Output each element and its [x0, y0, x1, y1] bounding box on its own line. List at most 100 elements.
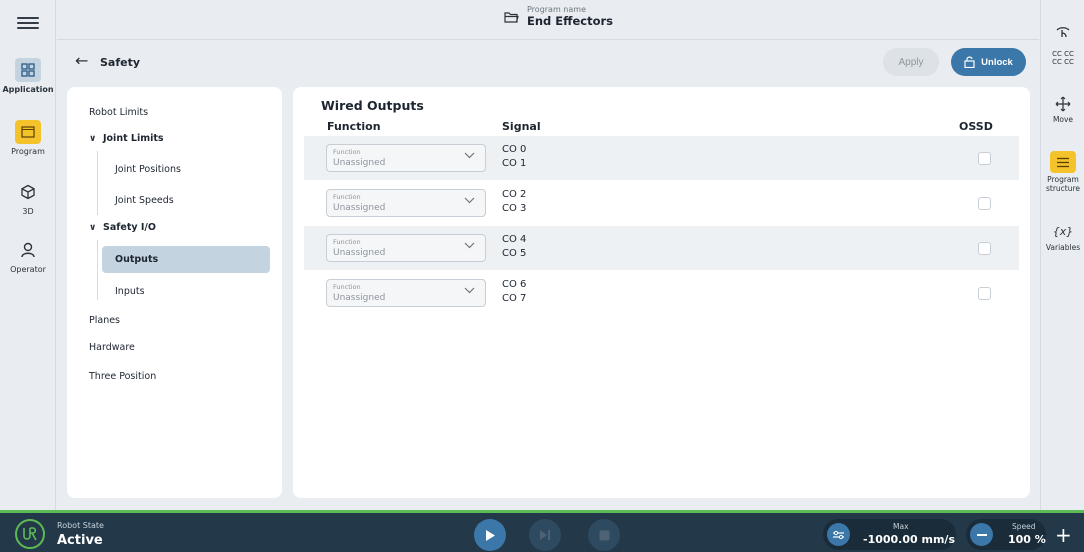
robot-state-value: Active [57, 533, 103, 548]
rail-label-3d: 3D [22, 207, 34, 216]
signal-a: CO 2 [502, 189, 527, 200]
function-select-value: Unassigned [333, 293, 386, 303]
play-button[interactable] [474, 519, 506, 551]
nav-label-joint-limits: Joint Limits [103, 133, 164, 144]
signal-b: CO 1 [502, 158, 527, 169]
left-rail: Application Program 3D Operator [0, 0, 56, 510]
signal-b: CO 3 [502, 203, 527, 214]
cc-line-1: CC CC [1052, 50, 1074, 58]
apply-button[interactable]: Apply [883, 48, 939, 76]
sliders-icon [827, 523, 850, 546]
rail-item-application[interactable]: Application [0, 58, 56, 94]
max-label: Max [893, 522, 909, 531]
ossd-checkbox[interactable] [978, 287, 991, 300]
column-header-function: Function [327, 120, 381, 133]
speed-value: 100 % [1008, 533, 1046, 546]
rail-label-program-structure: Program structure [1045, 175, 1081, 193]
rail-label-application: Application [2, 85, 54, 94]
table-row: Function Unassigned CO 0 CO 1 [304, 136, 1019, 180]
folder-icon [504, 11, 519, 23]
chevron-down-icon [464, 197, 475, 204]
program-name: End Effectors [527, 14, 613, 28]
right-rail: CC CC CC CC Move Program structure {x} V… [1040, 0, 1084, 510]
program-name-block[interactable]: Program name End Effectors [504, 5, 613, 28]
rail-item-program[interactable]: Program [0, 120, 56, 156]
lock-icon [964, 56, 975, 68]
table-row: Function Unassigned CO 6 CO 7 [304, 271, 1019, 315]
minus-icon[interactable] [970, 523, 993, 546]
chevron-down-icon: ∨ [89, 223, 97, 233]
function-select[interactable]: Function Unassigned [326, 189, 486, 217]
step-button[interactable] [529, 519, 561, 551]
function-select-caption: Function [333, 283, 361, 291]
rail-item-freedrive[interactable] [1041, 22, 1084, 44]
ossd-checkbox[interactable] [978, 197, 991, 210]
signal-b: CO 5 [502, 248, 527, 259]
max-speed-pill[interactable]: Max -1000.00 mm/s [823, 519, 956, 550]
stop-button[interactable] [588, 519, 620, 551]
ur-logo-icon[interactable] [15, 519, 45, 549]
nav-item-safety-io[interactable]: ∨ Safety I/O [89, 222, 156, 233]
tree-line [97, 151, 98, 215]
plus-icon[interactable]: + [1055, 525, 1072, 545]
top-header: Program name End Effectors [57, 0, 1039, 40]
function-select[interactable]: Function Unassigned [326, 234, 486, 262]
function-select[interactable]: Function Unassigned [326, 144, 486, 172]
variables-icon: {x} [1052, 224, 1074, 238]
unlock-label: Unlock [981, 56, 1013, 68]
column-header-ossd: OSSD [959, 120, 993, 133]
rail-item-cc[interactable]: CC CC CC CC [1041, 50, 1084, 66]
rail-item-3d[interactable]: 3D [0, 180, 56, 216]
title-row: ← Safety Apply Unlock [57, 42, 1039, 82]
table-row: Function Unassigned CO 4 CO 5 [304, 226, 1019, 270]
rail-item-program-structure[interactable]: Program structure [1041, 150, 1084, 193]
safety-nav-panel: Robot Limits ∨ Joint Limits Joint Positio… [67, 87, 282, 498]
rail-item-variables[interactable]: {x} Variables [1041, 222, 1084, 253]
rail-label-operator: Operator [10, 265, 46, 274]
function-select-value: Unassigned [333, 248, 386, 258]
column-header-signal: Signal [502, 120, 541, 133]
hamburger-menu-icon[interactable] [17, 14, 39, 32]
move-arrows-icon [1041, 94, 1084, 114]
grid-icon [15, 58, 41, 82]
nav-item-joint-limits[interactable]: ∨ Joint Limits [89, 133, 164, 144]
nav-item-outputs[interactable]: Outputs [115, 254, 158, 265]
ossd-checkbox[interactable] [978, 152, 991, 165]
speed-label: Speed [1012, 522, 1036, 531]
robot-state-label: Robot State [57, 521, 104, 530]
play-icon [486, 529, 495, 541]
speed-pill[interactable]: Speed 100 % [966, 519, 1046, 550]
nav-item-inputs[interactable]: Inputs [115, 286, 145, 297]
signal-a: CO 6 [502, 279, 527, 290]
tree-line [97, 240, 98, 300]
section-title: Wired Outputs [321, 98, 424, 113]
nav-item-planes[interactable]: Planes [89, 315, 120, 326]
max-value: -1000.00 mm/s [863, 533, 955, 546]
wired-outputs-panel: Wired Outputs Function Signal OSSD Funct… [293, 87, 1030, 498]
chevron-down-icon [464, 242, 475, 249]
back-arrow-icon[interactable]: ← [75, 53, 88, 69]
rail-item-operator[interactable]: Operator [0, 238, 56, 274]
nav-item-robot-limits[interactable]: Robot Limits [89, 107, 148, 118]
rail-item-move[interactable]: Move [1041, 94, 1084, 125]
page-title: Safety [100, 56, 141, 69]
chevron-down-icon: ∨ [89, 134, 97, 144]
rail-label-variables: Variables [1045, 243, 1081, 252]
function-select-caption: Function [333, 193, 361, 201]
chevron-down-icon [464, 152, 475, 159]
unlock-button[interactable]: Unlock [951, 48, 1026, 76]
function-select-value: Unassigned [333, 158, 386, 168]
nav-item-joint-positions[interactable]: Joint Positions [115, 164, 181, 175]
rail-label-move: Move [1052, 115, 1074, 124]
program-name-label: Program name [527, 5, 586, 14]
step-icon [540, 530, 550, 540]
signal-a: CO 4 [502, 234, 527, 245]
ossd-checkbox[interactable] [978, 242, 991, 255]
person-icon [15, 238, 41, 262]
function-select[interactable]: Function Unassigned [326, 279, 486, 307]
nav-item-three-position[interactable]: Three Position [89, 371, 156, 382]
nav-item-joint-speeds[interactable]: Joint Speeds [115, 195, 174, 206]
chevron-down-icon [464, 287, 475, 294]
nav-item-hardware[interactable]: Hardware [89, 342, 135, 353]
cc-line-2: CC CC [1052, 58, 1074, 67]
